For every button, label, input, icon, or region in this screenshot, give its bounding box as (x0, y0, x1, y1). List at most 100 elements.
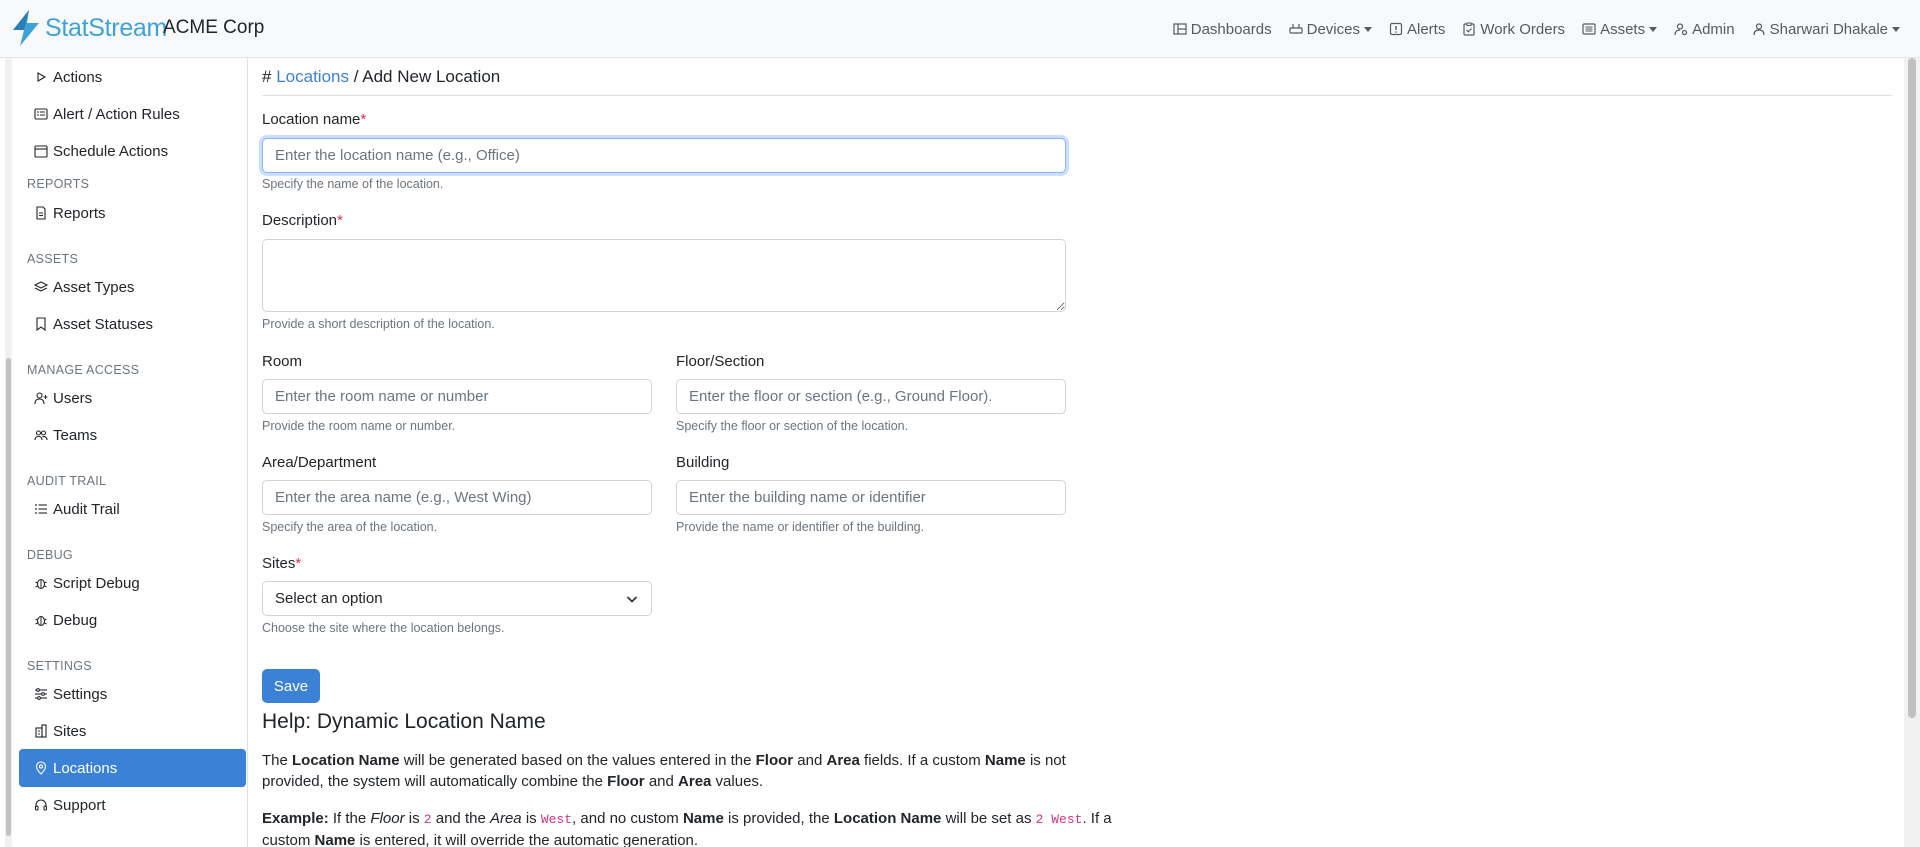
alert-icon (1389, 22, 1403, 36)
sidebar-item-users[interactable]: Users (19, 379, 246, 417)
sidebar-item-audit-trail[interactable]: Audit Trail (19, 490, 246, 528)
description-textarea[interactable] (262, 239, 1066, 312)
sidebar-item-asset-types[interactable]: Asset Types (19, 268, 246, 306)
sidebar-item-actions[interactable]: Actions (19, 58, 246, 96)
sidebar-item-alert-action-rules[interactable]: Alert / Action Rules (19, 95, 246, 133)
brand[interactable]: StatStream (11, 10, 167, 46)
chevron-down-icon (1649, 27, 1658, 32)
main-scrollbar-thumb[interactable] (1908, 58, 1916, 718)
sites-help: Choose the site where the location belon… (262, 621, 505, 635)
save-button[interactable]: Save (262, 669, 320, 703)
file-icon (36, 206, 46, 220)
sidebar-item-script-debug[interactable]: Script Debug (19, 564, 246, 602)
nav-alerts[interactable]: Alerts (1389, 21, 1445, 38)
area-help: Specify the area of the location. (262, 520, 438, 534)
sidebar-item-support[interactable]: Support (19, 786, 246, 824)
chevron-down-icon (1363, 27, 1372, 32)
help-bold: Location Name (292, 752, 400, 769)
breadcrumb-hash: # (262, 67, 272, 86)
nav-devices[interactable]: Devices (1289, 21, 1372, 38)
brand-name: StatStream (45, 13, 168, 42)
bug-icon (35, 615, 47, 627)
required-marker: * (337, 212, 343, 229)
play-icon (37, 72, 47, 82)
nav-label: Devices (1306, 20, 1360, 38)
building-icon (35, 724, 47, 738)
sidebar-heading-debug: DEBUG (27, 548, 73, 562)
sidebar-item-label: Asset Types (53, 278, 135, 296)
sliders-icon (35, 688, 47, 700)
description-label-text: Description (262, 212, 338, 229)
room-label: Room (262, 353, 303, 370)
header-divider (262, 95, 1892, 96)
nav-user-menu[interactable]: Sharwari Dhakale (1752, 21, 1900, 38)
sidebar-heading-manage-access: MANAGE ACCESS (27, 363, 140, 377)
area-input[interactable] (262, 480, 652, 515)
main-nav: Dashboards Devices Alerts Work Orders As… (1156, 0, 1900, 58)
breadcrumb-current: Add New Location (362, 67, 501, 86)
sidebar-item-reports[interactable]: Reports (19, 194, 246, 232)
sidebar-item-schedule-actions[interactable]: Schedule Actions (19, 132, 246, 170)
help-text: will be generated based on the values en… (399, 752, 756, 769)
help-text: is (521, 810, 541, 827)
breadcrumb: # Locations / Add New Location (262, 67, 500, 87)
help-bold: Location Name (833, 810, 942, 827)
sidebar-heading-reports: REPORTS (27, 177, 90, 191)
nav-admin[interactable]: Admin (1674, 21, 1735, 38)
dashboard-icon (1173, 23, 1187, 35)
sidebar-item-settings[interactable]: Settings (19, 675, 246, 713)
sidebar-item-label: Sites (53, 722, 87, 740)
room-input[interactable] (262, 379, 652, 414)
help-text: The (262, 752, 293, 769)
help-text: is entered, it will override the automat… (355, 832, 699, 847)
help-bold: Area (678, 773, 712, 790)
sidebar-item-sites[interactable]: Sites (19, 712, 246, 750)
help-text: and (644, 773, 679, 790)
help-title: Help: Dynamic Location Name (262, 710, 546, 733)
sidebar-item-asset-statuses[interactable]: Asset Statuses (19, 305, 246, 343)
sidebar-heading-settings: SETTINGS (27, 659, 92, 673)
sidebar-item-debug[interactable]: Debug (19, 601, 246, 639)
sidebar-item-label: Teams (53, 426, 98, 444)
sidebar-item-locations[interactable]: Locations (19, 749, 246, 787)
sidebar-item-teams[interactable]: Teams (19, 416, 246, 454)
admin-icon (1674, 23, 1688, 36)
sidebar-item-label: Alert / Action Rules (53, 105, 180, 123)
help-bold: Example: (262, 810, 329, 827)
chevron-down-icon (626, 595, 638, 603)
location-name-label-text: Location name (262, 111, 361, 128)
help-code: West (540, 812, 573, 827)
sidebar-item-label: Debug (53, 611, 98, 629)
sidebar-scrollbar-thumb[interactable] (6, 358, 11, 836)
sites-label: Sites* (262, 555, 301, 572)
sidebar-item-label: Settings (53, 685, 108, 703)
help-text: If the (328, 810, 371, 827)
nav-label: Dashboards (1190, 20, 1272, 38)
nav-assets[interactable]: Assets (1582, 21, 1658, 38)
required-marker: * (295, 555, 302, 572)
devices-icon (1289, 24, 1303, 34)
help-bold: Name (682, 810, 724, 827)
help-bold: Name (314, 832, 356, 847)
nav-dashboards[interactable]: Dashboards (1173, 21, 1272, 38)
user-add-icon (34, 392, 48, 405)
nav-label: Alerts (1406, 20, 1446, 38)
sidebar-item-label: Actions (53, 68, 103, 86)
sidebar-item-label: Script Debug (53, 574, 140, 592)
help-code: 2 (423, 812, 432, 827)
location-name-help: Specify the name of the location. (262, 177, 444, 191)
headset-icon (34, 799, 48, 811)
location-name-input[interactable] (262, 138, 1066, 173)
floor-input[interactable] (676, 379, 1066, 414)
nav-work-orders[interactable]: Work Orders (1462, 21, 1565, 38)
breadcrumb-link-locations[interactable]: Locations (276, 67, 349, 86)
map-pin-icon (35, 761, 47, 775)
building-label: Building (676, 454, 730, 471)
building-input[interactable] (676, 480, 1066, 515)
help-italic: Floor (370, 810, 405, 827)
bug-icon (35, 578, 47, 590)
bookmark-icon (36, 317, 46, 331)
sites-select[interactable]: Select an option (262, 581, 652, 616)
list-icon (35, 504, 47, 514)
breadcrumb-separator: / (353, 67, 359, 86)
